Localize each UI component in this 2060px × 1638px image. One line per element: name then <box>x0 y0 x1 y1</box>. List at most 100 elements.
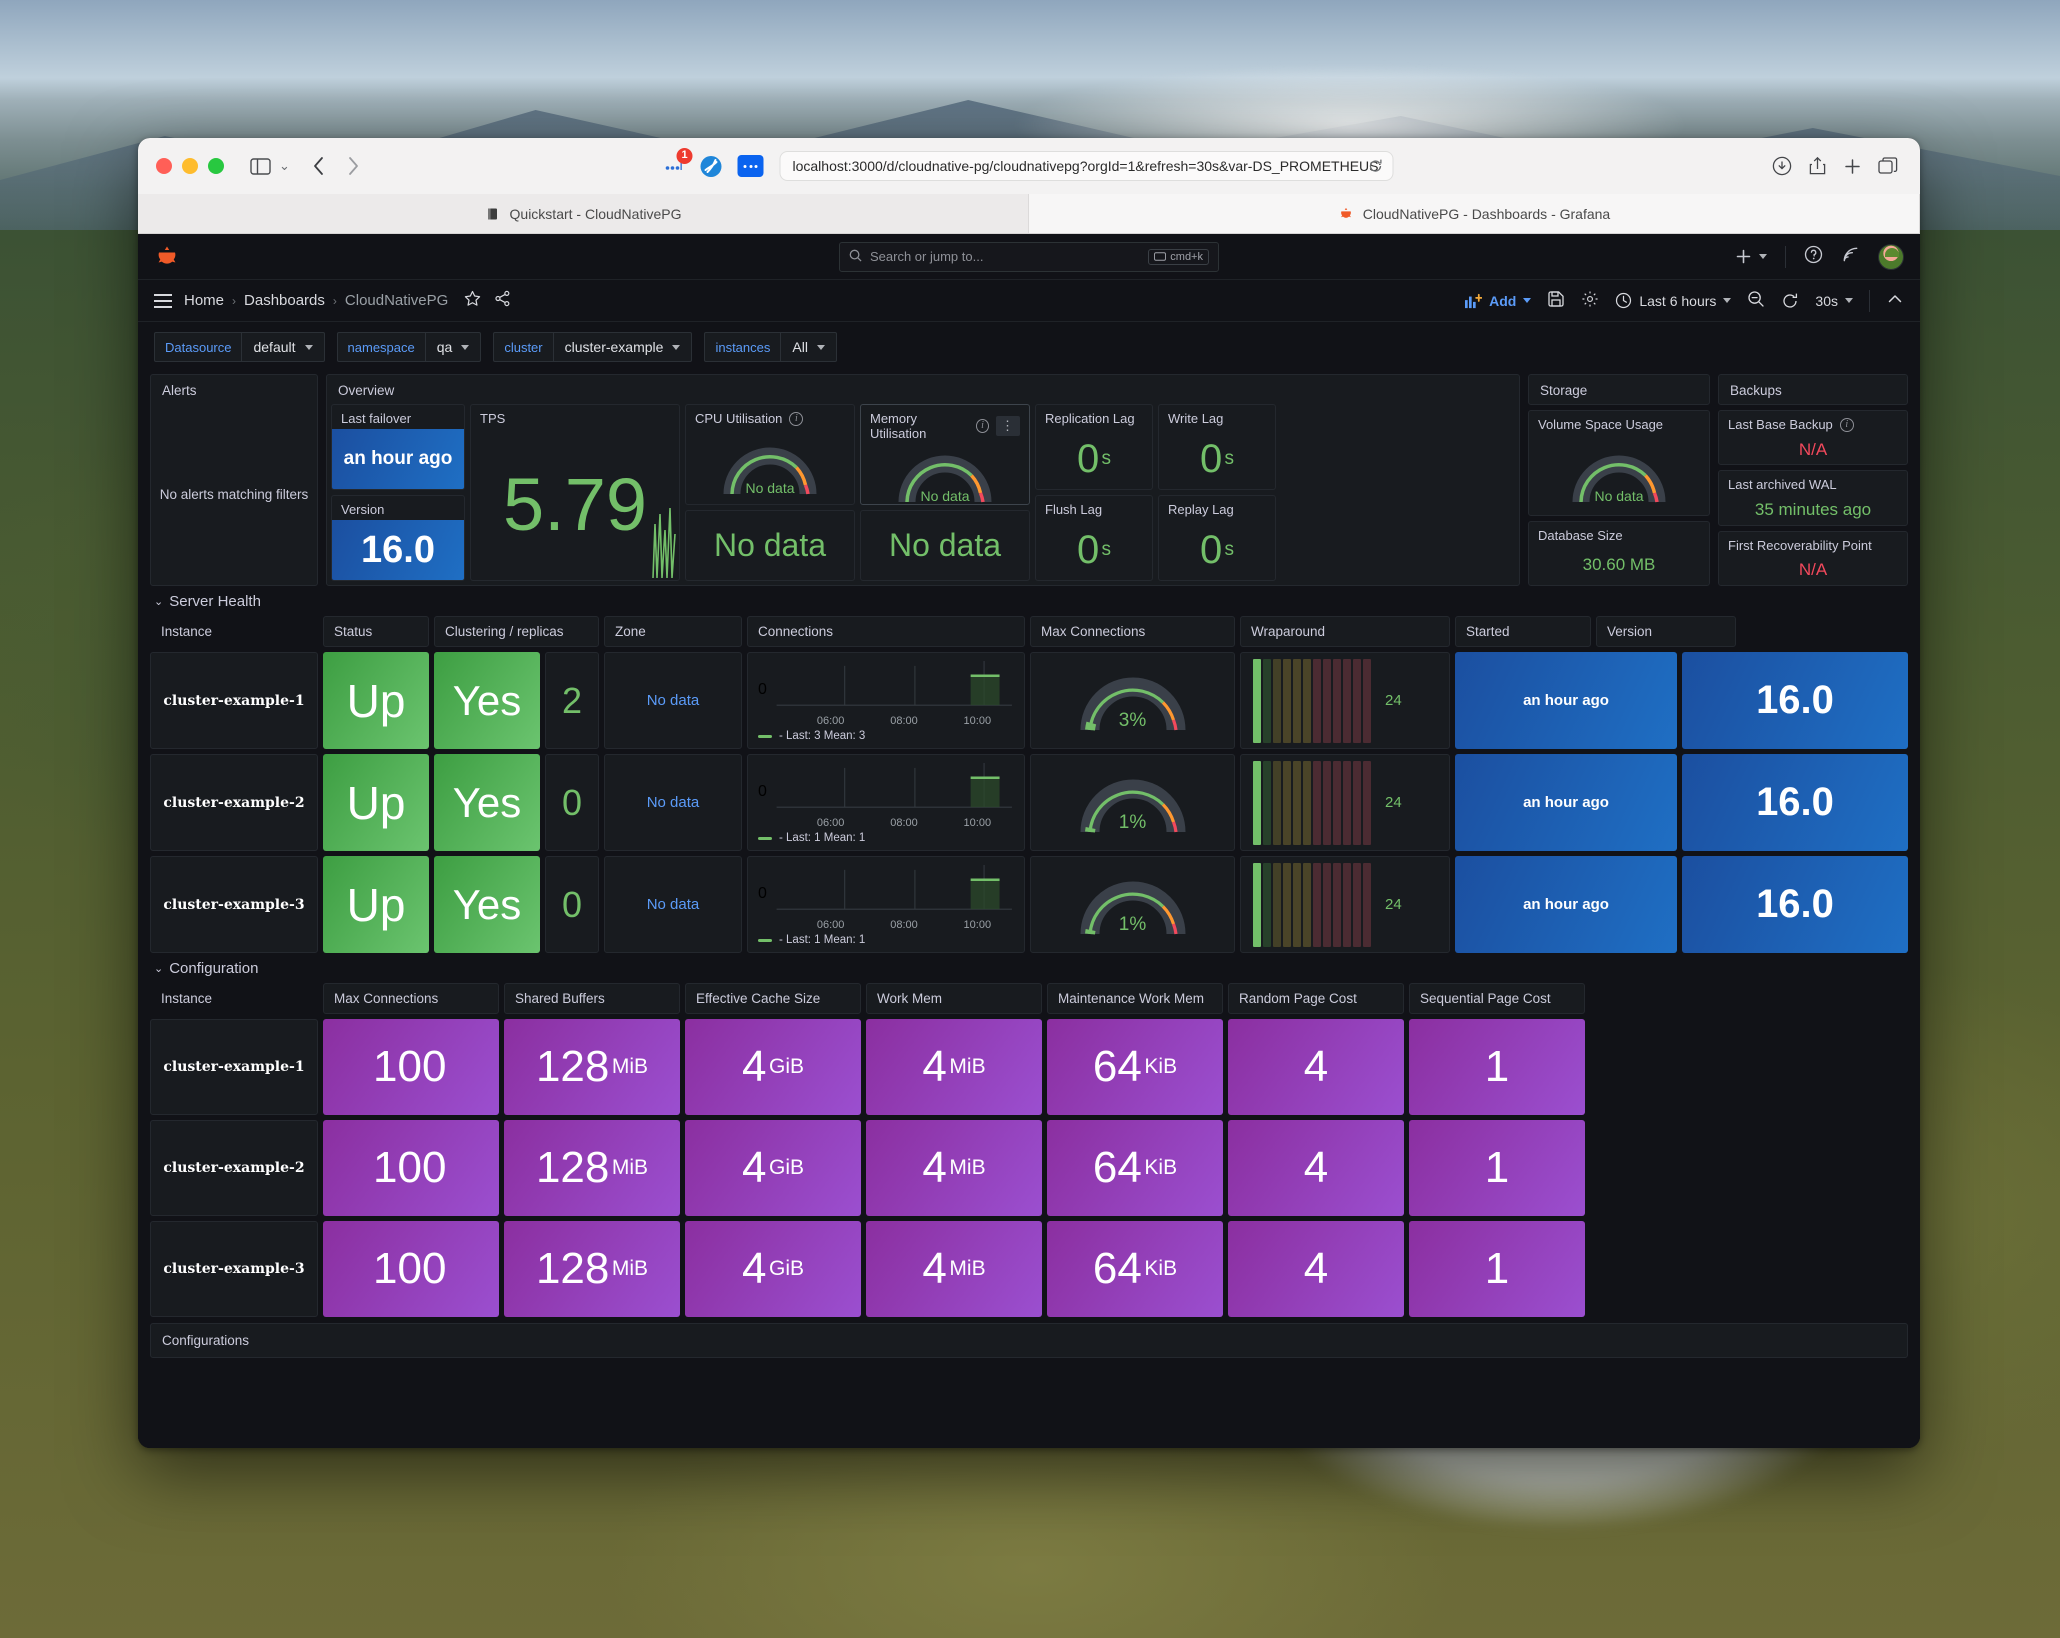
flush-lag-unit: s <box>1102 539 1112 561</box>
panel-last-base-backup: Last Base Backup i N/A <box>1718 410 1908 465</box>
stat-value: 100 <box>373 1244 446 1294</box>
started-value: an hour ago <box>1455 856 1677 953</box>
wraparound-value: 24 <box>1385 794 1402 811</box>
x-tick: 06:00 <box>817 919 845 931</box>
cpu-gauge-text: No data <box>718 480 822 496</box>
toolbar-divider <box>1785 246 1786 268</box>
panel-title: Version <box>332 496 464 520</box>
help-icon[interactable] <box>1804 245 1823 269</box>
extension-swirl-icon[interactable] <box>700 155 723 178</box>
refresh-dashboard-button[interactable] <box>1781 292 1799 310</box>
variable-namespace[interactable]: namespace qa <box>337 332 482 362</box>
close-window-button[interactable] <box>156 158 172 174</box>
minimize-window-button[interactable] <box>182 158 198 174</box>
browser-tab-quickstart[interactable]: Quickstart - CloudNativePG <box>138 194 1029 233</box>
instance-name: cluster-example-2 <box>163 795 304 811</box>
info-icon[interactable]: i <box>976 419 989 433</box>
favorite-star-icon[interactable] <box>464 290 481 312</box>
time-range-picker[interactable]: Last 6 hours <box>1615 292 1731 309</box>
news-feed-icon[interactable] <box>1841 245 1860 269</box>
variable-value[interactable]: qa <box>425 332 482 362</box>
volume-space-gauge: No data <box>1567 444 1671 506</box>
variable-instances[interactable]: instances All <box>704 332 836 362</box>
maintenance-work-mem-stat: 64KiB <box>1047 1019 1223 1115</box>
panel-title: Alerts <box>151 375 317 404</box>
forward-button[interactable] <box>347 156 360 176</box>
browser-extensions[interactable]: 1 <box>665 155 764 178</box>
create-new-button[interactable] <box>1735 248 1767 265</box>
collapse-toolbar-icon[interactable] <box>1886 290 1904 311</box>
write-lag-value: 0 <box>1200 437 1222 482</box>
address-bar[interactable]: localhost:3000/d/cloudnative-pg/cloudnat… <box>780 151 1394 181</box>
extension-dots-icon[interactable]: 1 <box>665 159 685 173</box>
sidebar-chevron-down-icon[interactable]: ⌄ <box>279 158 290 174</box>
menu-toggle-icon[interactable] <box>154 294 172 308</box>
variable-label: instances <box>704 332 780 362</box>
dashboard-settings-icon[interactable] <box>1581 290 1599 311</box>
share-icon[interactable] <box>1808 156 1827 176</box>
stat-value: 4 <box>1304 1143 1328 1193</box>
effective-cache-size-stat: 4GiB <box>685 1120 861 1216</box>
chevron-down-icon <box>1759 254 1767 259</box>
max-connections-gauge: 3% <box>1030 652 1235 749</box>
extension-badge-count: 1 <box>677 148 693 164</box>
grafana-logo-icon[interactable] <box>154 244 180 270</box>
reload-icon[interactable] <box>1368 158 1384 177</box>
database-size-value: 30.60 MB <box>1583 555 1656 575</box>
search-input[interactable]: Search or jump to... cmd+k <box>839 242 1219 272</box>
chevron-down-icon <box>1523 298 1531 303</box>
panel-title: Flush Lag <box>1036 496 1152 520</box>
panel-title: Backups <box>1719 375 1907 404</box>
refresh-interval-label: 30s <box>1815 293 1838 309</box>
window-traffic-lights[interactable] <box>156 158 224 174</box>
section-configurations[interactable]: Configurations <box>150 1323 1908 1358</box>
panel-replay-lag: Replay Lag 0 s <box>1158 495 1276 581</box>
breadcrumb-separator: › <box>232 294 236 308</box>
table-header-row: Instance Status Clustering / replicas Zo… <box>150 616 1908 647</box>
search-icon <box>849 249 862 265</box>
stat-value: 4 <box>742 1143 766 1193</box>
legend-text: - Last: 1 Mean: 1 <box>779 934 865 946</box>
variable-cluster[interactable]: cluster cluster-example <box>493 332 692 362</box>
info-icon[interactable]: i <box>1840 418 1854 432</box>
refresh-interval-picker[interactable]: 30s <box>1815 293 1853 309</box>
alerts-empty-text: No alerts matching filters <box>160 487 309 502</box>
new-tab-icon[interactable] <box>1843 157 1862 176</box>
x-tick: 08:00 <box>890 715 918 727</box>
variable-value[interactable]: cluster-example <box>553 332 693 362</box>
maximize-window-button[interactable] <box>208 158 224 174</box>
add-panel-button[interactable]: Add <box>1464 293 1531 309</box>
search-placeholder: Search or jump to... <box>870 249 983 264</box>
breadcrumb-dashboards[interactable]: Dashboards <box>244 292 325 309</box>
panel-title: Volume Space Usage <box>1529 411 1709 435</box>
user-avatar[interactable] <box>1878 244 1904 270</box>
tab-overview-icon[interactable] <box>1878 157 1898 176</box>
save-dashboard-icon[interactable] <box>1547 290 1565 311</box>
search-shortcut-hint: cmd+k <box>1148 249 1209 265</box>
browser-tab-grafana[interactable]: CloudNativePG - Dashboards - Grafana <box>1029 194 1920 233</box>
stat-value: 128 <box>536 1042 609 1092</box>
browser-tab-title: CloudNativePG - Dashboards - Grafana <box>1363 206 1610 222</box>
variable-value[interactable]: default <box>241 332 324 362</box>
section-configuration[interactable]: ⌄ Configuration <box>150 953 1908 983</box>
started-value: an hour ago <box>1455 754 1677 851</box>
back-button[interactable] <box>312 156 325 176</box>
variable-datasource[interactable]: Datasource default <box>154 332 325 362</box>
extension-blue-icon[interactable] <box>738 155 764 177</box>
sidebar-toggle-icon[interactable] <box>250 158 271 175</box>
panel-volume-space-usage: Volume Space Usage No data <box>1528 410 1710 516</box>
browser-tab-strip[interactable]: Quickstart - CloudNativePG CloudNativePG… <box>138 194 1920 234</box>
section-server-health[interactable]: ⌄ Server Health <box>150 586 1908 616</box>
zoom-out-time-icon[interactable] <box>1747 290 1765 311</box>
connections-chart: 0 06:0 <box>747 754 1025 851</box>
column-header-started: Started <box>1455 616 1591 647</box>
stat-value: 4 <box>742 1244 766 1294</box>
variable-value[interactable]: All <box>780 332 837 362</box>
breadcrumb-home[interactable]: Home <box>184 292 224 309</box>
info-icon[interactable]: i <box>789 412 803 426</box>
panel-menu-icon[interactable]: ⋮ <box>996 416 1020 436</box>
downloads-icon[interactable] <box>1772 156 1792 176</box>
zone-value: No data <box>647 896 700 913</box>
share-dashboard-icon[interactable] <box>494 290 511 312</box>
stat-value: 4 <box>742 1042 766 1092</box>
